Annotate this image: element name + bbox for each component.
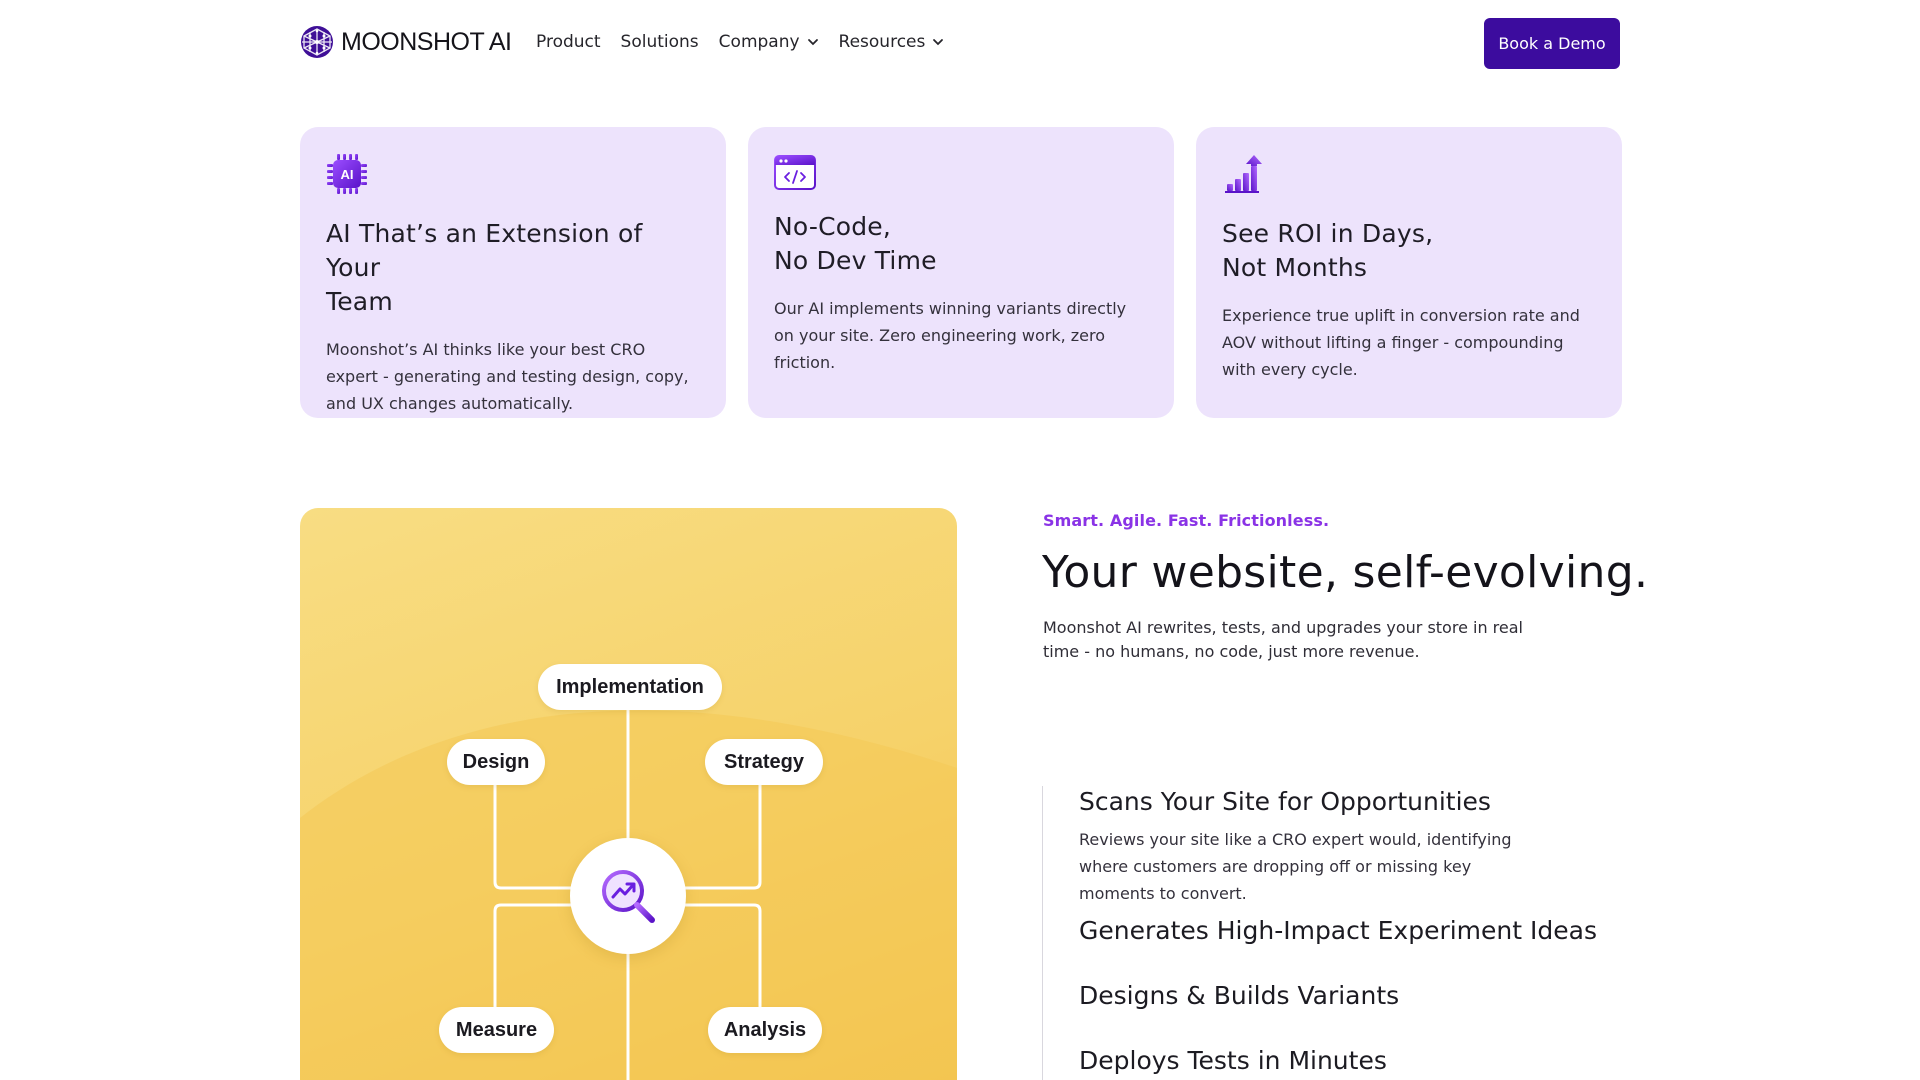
illustration-background: [300, 706, 957, 1080]
ai-chip-icon: AI: [327, 154, 367, 194]
diagram-hub: [570, 838, 686, 954]
nav-product[interactable]: Product: [536, 32, 601, 52]
feature-description: Our AI implements winning variants direc…: [774, 299, 1127, 372]
nav-company-label: Company: [718, 32, 800, 52]
diagram-node-strategy: Strategy: [705, 739, 823, 785]
chevron-down-icon: [933, 39, 944, 46]
feature-description: Moonshot’s AI thinks like your best CRO …: [326, 340, 689, 413]
feature-cards: AI AI That’s an Extension of Your Team M…: [300, 127, 1622, 418]
feature-title: No-Code, No Dev Time: [774, 212, 937, 275]
feature-card: No-Code, No Dev Time Our AI implements w…: [748, 127, 1174, 418]
book-demo-button[interactable]: Book a Demo: [1484, 18, 1620, 69]
main-nav: Product Solutions Company Resources: [536, 32, 964, 52]
step-description: Reviews your site like a CRO expert woul…: [1079, 830, 1512, 903]
diagram-node-implementation: Implementation: [538, 664, 722, 710]
nav-solutions-label: Solutions: [620, 32, 699, 52]
section-eyebrow: Smart. Agile. Fast. Frictionless.: [1043, 511, 1330, 530]
moonshot-logo-icon: [301, 26, 333, 58]
magnifier-trend-icon: [602, 870, 655, 923]
process-steps: Scans Your Site for Opportunities Review…: [1042, 786, 1602, 1080]
nav-resources[interactable]: Resources: [839, 32, 945, 52]
nav-company[interactable]: Company: [719, 32, 819, 52]
diagram-node-measure: Measure: [439, 1007, 554, 1053]
chevron-down-icon: [807, 39, 818, 46]
svg-text:AI: AI: [341, 167, 354, 182]
process-illustration: Implementation Design Strategy Measure A…: [300, 508, 957, 1080]
brand-name: MOONSHOT AI: [341, 27, 512, 56]
brand-logo[interactable]: MOONSHOT AI: [300, 25, 512, 59]
feature-card: AI AI That’s an Extension of Your Team M…: [300, 127, 726, 418]
feature-description: Experience true uplift in conversion rat…: [1222, 306, 1580, 379]
step-title: Generates High-Impact Experiment Ideas: [1079, 916, 1597, 945]
site-header: MOONSHOT AI Product Solutions Company Re…: [300, 0, 1620, 86]
step-title: Deploys Tests in Minutes: [1079, 1046, 1387, 1075]
diagram-node-analysis: Analysis: [708, 1007, 822, 1053]
nav-resources-label: Resources: [838, 32, 926, 52]
nav-solutions[interactable]: Solutions: [621, 32, 699, 52]
feature-title: See ROI in Days, Not Months: [1222, 219, 1434, 282]
feature-title: AI That’s an Extension of Your Team: [326, 219, 643, 316]
growth-bars-icon: [1225, 155, 1262, 193]
code-window-icon: [774, 155, 816, 190]
step-item[interactable]: Generates High-Impact Experiment Ideas: [1079, 915, 1597, 947]
section-lead: Moonshot AI rewrites, tests, and upgrade…: [1043, 618, 1523, 661]
step-title: Scans Your Site for Opportunities: [1079, 787, 1491, 816]
section-headline: Your website, self-evolving.: [1042, 547, 1649, 598]
nav-product-label: Product: [536, 32, 601, 52]
step-item[interactable]: Scans Your Site for Opportunities Review…: [1079, 786, 1549, 907]
feature-card: See ROI in Days, Not Months Experience t…: [1196, 127, 1622, 418]
step-item[interactable]: Deploys Tests in Minutes: [1079, 1045, 1387, 1077]
step-title: Designs & Builds Variants: [1079, 981, 1400, 1010]
diagram-node-design: Design: [447, 739, 545, 785]
step-item[interactable]: Designs & Builds Variants: [1079, 980, 1399, 1012]
